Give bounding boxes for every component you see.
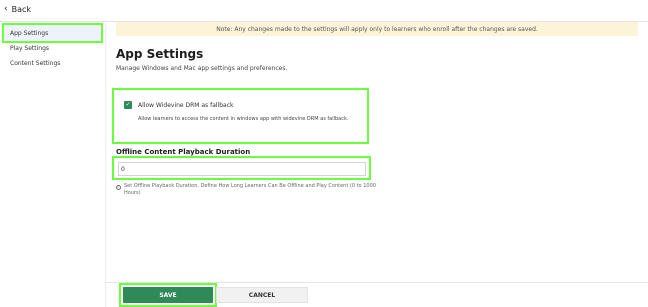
sidebar: App Settings Play Settings Content Setti… (0, 22, 106, 307)
widevine-drm-help: Allow learners to access the content in … (138, 116, 349, 122)
app-settings-page: ‹ Back App Settings Play Settings Conten… (0, 0, 648, 307)
info-icon: i (116, 185, 121, 190)
notice-text: Note: Any changes made to the settings w… (216, 25, 538, 33)
sidebar-item-label: App Settings (10, 29, 49, 37)
sidebar-item-label: Content Settings (10, 59, 61, 67)
sidebar-item-app-settings[interactable]: App Settings (2, 23, 103, 43)
offline-duration-label: Offline Content Playback Duration (116, 148, 251, 156)
check-icon: ✓ (125, 101, 131, 108)
sidebar-item-play-settings[interactable]: Play Settings (4, 40, 101, 56)
offline-duration-input[interactable] (118, 162, 366, 176)
save-button[interactable]: SAVE (119, 283, 217, 307)
footer-actions: SAVE CANCEL (106, 282, 648, 307)
sidebar-item-label: Play Settings (10, 44, 50, 52)
enrollment-notice: Note: Any changes made to the settings w… (116, 22, 638, 36)
back-label: Back (11, 5, 32, 14)
widevine-drm-label: Allow Widevine DRM as fallback (138, 102, 234, 109)
widevine-drm-checkbox[interactable]: ✓ (124, 101, 132, 109)
back-link[interactable]: ‹ Back (4, 4, 32, 15)
page-subtitle: Manage Windows and Mac app settings and … (116, 65, 288, 72)
page-title: App Settings (116, 47, 204, 61)
widevine-drm-option: ✓ Allow Widevine DRM as fallback Allow l… (112, 88, 369, 144)
hint-text: Set Offline Playback Duration. Define Ho… (124, 183, 376, 196)
top-bar: ‹ Back (0, 0, 648, 22)
offline-duration-field-wrapper (112, 156, 371, 180)
sidebar-item-content-settings[interactable]: Content Settings (4, 55, 101, 71)
chevron-left-icon: ‹ (4, 4, 8, 14)
offline-duration-hint: i Set Offline Playback Duration. Define … (116, 183, 382, 197)
cancel-button[interactable]: CANCEL (216, 287, 308, 303)
